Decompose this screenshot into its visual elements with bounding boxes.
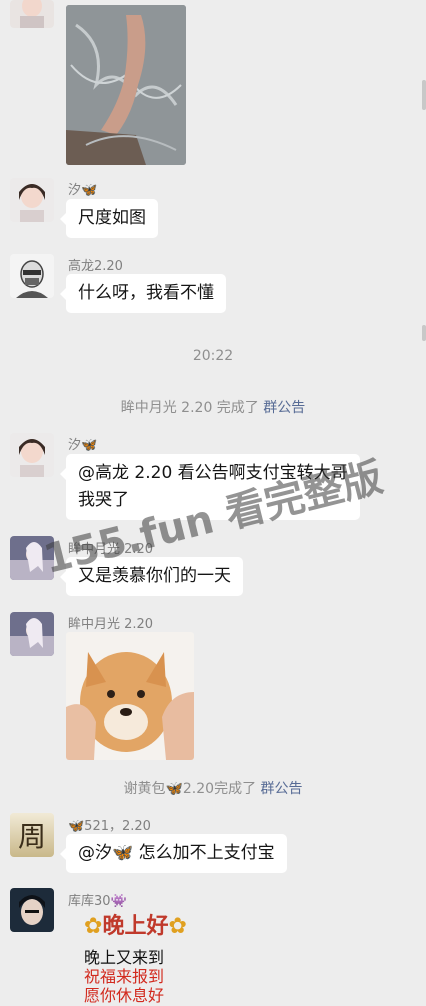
svg-text:周: 周 [18,820,46,853]
scrollbar-segment [422,325,426,341]
system-notice-text: 眸中月光 2.20 完成了 [120,400,264,416]
sender-name: 汐🦋 [68,183,98,198]
message-bubble[interactable]: 什么呀，我看不懂 [60,274,226,313]
shared-image[interactable] [66,5,186,165]
flower-icon: ✿ [168,914,187,939]
avatar[interactable] [10,536,54,580]
sender-name: 汐🦋 [68,438,98,453]
timestamp: 20:22 [192,348,234,364]
scrollbar[interactable] [422,80,426,110]
sender-name: 眸中月光 2.20 [68,542,154,557]
greeting-title: ✿晚上好✿ [84,914,187,939]
avatar[interactable] [10,433,54,477]
system-notice: 谢黄包🦋2.20完成了 群公告 [0,778,426,798]
announcement-link[interactable]: 群公告 [263,400,305,416]
avatar[interactable] [10,612,54,656]
shared-image[interactable] [66,632,194,760]
avatar[interactable] [10,0,54,28]
message-bubble[interactable]: 又是羡慕你们的一天 [60,557,243,596]
greeting-card[interactable]: ✿晚上好✿ 晚上又来到 祝福来报到 愿你休息好 [72,906,212,1005]
message-bubble[interactable]: @汐🦋 怎么加不上支付宝 [60,834,287,873]
flower-icon: ✿ [84,914,103,939]
system-notice: 眸中月光 2.20 完成了 群公告 [0,397,426,417]
avatar[interactable] [10,888,54,932]
sender-name: 眸中月光 2.20 [68,617,154,632]
announcement-link[interactable]: 群公告 [261,781,303,797]
sender-name: 🦋521，2.20 [68,819,151,834]
avatar[interactable] [10,254,54,298]
greeting-line: 愿你休息好 [84,986,165,1005]
avatar[interactable]: 周 [10,813,54,857]
system-notice-text: 谢黄包🦋2.20完成了 [123,781,261,797]
message-bubble[interactable]: 尺度如图 [60,199,158,238]
sender-name: 高龙2.20 [68,259,123,274]
message-bubble[interactable]: @高龙 2.20 看公告啊支付宝转大哥我哭了 [60,454,360,520]
avatar[interactable] [10,178,54,222]
